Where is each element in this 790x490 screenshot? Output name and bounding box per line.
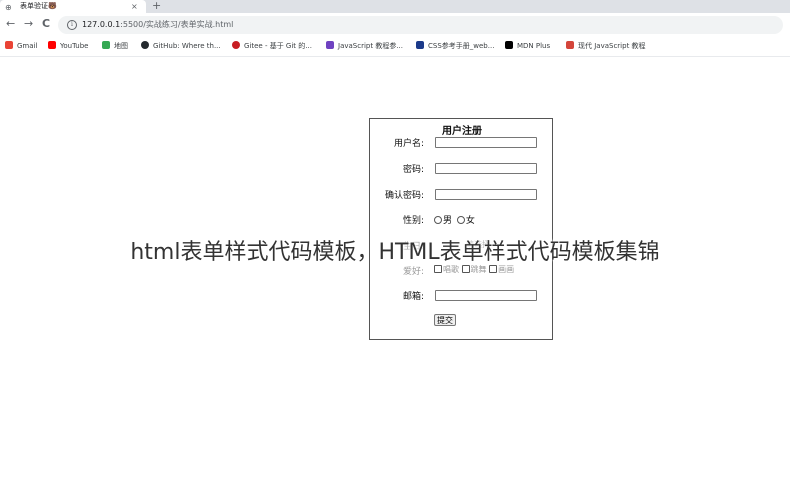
- css-icon: [416, 41, 424, 49]
- gender-option-male: 男: [443, 216, 453, 226]
- mdn-icon: [505, 41, 513, 49]
- reload-icon[interactable]: C: [42, 18, 50, 30]
- bookmark-mdn[interactable]: MDN Plus: [505, 41, 550, 52]
- maps-icon: [102, 41, 110, 49]
- javascript-icon: [326, 41, 334, 49]
- address-bar[interactable]: i 127.0.0.1:5500/实战练习/表单实战.html: [58, 16, 783, 34]
- modern-js-icon: [566, 41, 574, 49]
- confirm-password-input[interactable]: [435, 189, 537, 200]
- bookmark-label: 现代 JavaScript 教程: [578, 42, 646, 50]
- bookmark-label: JavaScript 教程参...: [338, 42, 403, 50]
- back-arrow-icon[interactable]: ←: [6, 18, 15, 30]
- registration-form: 用户注册 用户名: 密码: 确认密码: 性别: 男 女 生日: 请选择 爱好: …: [369, 118, 553, 340]
- bookmark-label: Gmail: [17, 42, 38, 50]
- email-input[interactable]: [435, 290, 537, 301]
- bookmark-label: CSS参考手册_web...: [428, 42, 495, 50]
- gender-radio-male[interactable]: [434, 216, 442, 224]
- browser-toolbar: ← → C i 127.0.0.1:5500/实战练习/表单实战.html: [0, 13, 790, 37]
- close-icon[interactable]: ×: [131, 0, 138, 13]
- password-label: 密码:: [402, 165, 424, 175]
- bookmark-css[interactable]: CSS参考手册_web...: [416, 41, 494, 52]
- url-text: 127.0.0.1:5500/实战练习/表单实战.html: [82, 19, 233, 31]
- gmail-icon: [5, 41, 13, 49]
- gender-group: 男 女: [434, 213, 475, 226]
- username-label: 用户名:: [393, 139, 424, 149]
- gitee-icon: [232, 41, 240, 49]
- forward-arrow-icon[interactable]: →: [24, 18, 33, 30]
- email-label: 邮箱:: [402, 292, 424, 302]
- new-tab-button[interactable]: +: [152, 0, 161, 12]
- youtube-icon: [48, 41, 56, 49]
- bookmark-maps[interactable]: 地图: [102, 41, 128, 52]
- gender-label: 性别:: [402, 216, 424, 226]
- bookmark-label: Gitee - 基于 Git 的...: [244, 42, 312, 50]
- gender-option-female: 女: [465, 216, 475, 226]
- bookmark-gitee[interactable]: Gitee - 基于 Git 的...: [232, 41, 312, 52]
- bookmarks-bar: Gmail YouTube 地图 GitHub: Where th... Git…: [0, 37, 790, 57]
- username-input[interactable]: [435, 137, 537, 148]
- bookmark-label: MDN Plus: [517, 42, 551, 50]
- bookmark-github[interactable]: GitHub: Where th...: [141, 41, 221, 52]
- bookmark-label: GitHub: Where th...: [153, 42, 221, 50]
- form-title: 用户注册: [442, 126, 482, 137]
- bookmark-youtube[interactable]: YouTube: [48, 41, 88, 52]
- tab-strip: ⊕ 表单验证🐻 × +: [0, 0, 790, 13]
- bookmark-label: YouTube: [60, 42, 89, 50]
- url-path: :5500/实战练习/表单实战.html: [120, 20, 234, 29]
- overlay-caption: html表单样式代码模板，HTML表单样式代码模板集锦: [130, 240, 660, 265]
- confirm-password-label: 确认密码:: [384, 191, 424, 201]
- bookmark-modern-js[interactable]: 现代 JavaScript 教程: [566, 41, 646, 52]
- submit-button[interactable]: 提交: [434, 314, 456, 326]
- browser-tab[interactable]: ⊕ 表单验证🐻 ×: [0, 0, 146, 13]
- github-icon: [141, 41, 149, 49]
- bookmark-javascript[interactable]: JavaScript 教程参...: [326, 41, 403, 52]
- bookmark-label: 地图: [114, 42, 128, 50]
- tab-title: 表单验证🐻: [20, 2, 57, 10]
- info-icon[interactable]: i: [67, 20, 77, 30]
- password-input[interactable]: [435, 163, 537, 174]
- bookmark-gmail[interactable]: Gmail: [5, 41, 37, 52]
- gender-radio-female[interactable]: [456, 216, 465, 224]
- url-host: 127.0.0.1: [82, 20, 121, 29]
